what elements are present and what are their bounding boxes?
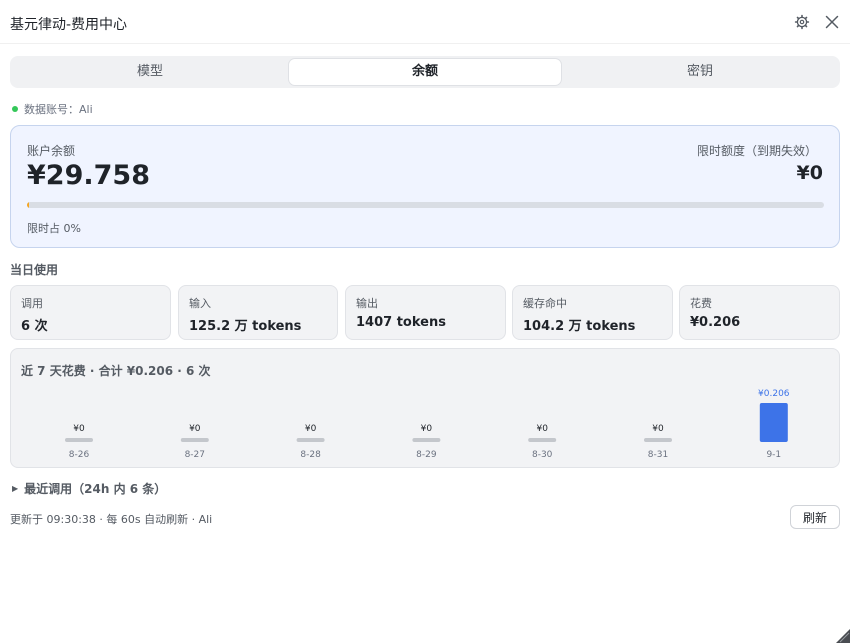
balance-label: 账户余额 xyxy=(27,144,76,158)
x-tick-label: 8-28 xyxy=(300,450,321,460)
cost-bar xyxy=(180,438,209,442)
stat-output: 输出 1407 tokens xyxy=(345,285,506,340)
stat-value: 6 次 xyxy=(21,319,48,334)
stat-cost: 花费 ¥0.206 xyxy=(679,285,840,340)
x-tick-label: 8-26 xyxy=(69,450,90,460)
x-tick-label: 8-30 xyxy=(532,450,553,460)
stat-cache-hit: 缓存命中 104.2 万 tokens xyxy=(512,285,673,340)
stat-value: 1407 tokens xyxy=(356,315,446,330)
bar-value-label: ¥0 xyxy=(536,424,548,434)
cost-bar xyxy=(528,438,557,442)
stat-value: 104.2 万 tokens xyxy=(523,319,636,334)
x-tick-label: 8-27 xyxy=(185,450,205,460)
limit-ratio: 限时占 0% xyxy=(27,222,81,235)
bar-value-label: ¥0 xyxy=(305,424,317,434)
account-indicator: 数据账号：Ali xyxy=(12,101,93,117)
stat-input: 输入 125.2 万 tokens xyxy=(178,285,338,340)
stat-value: ¥0.206 xyxy=(690,315,741,330)
window-title: 基元律动-费用中心 xyxy=(10,17,128,33)
balance-progress-fill xyxy=(27,202,29,208)
cost-bar xyxy=(65,438,93,442)
cost-bar xyxy=(412,438,441,442)
stat-value: 125.2 万 tokens xyxy=(189,319,302,334)
stat-label: 缓存命中 xyxy=(523,297,567,310)
bar-value-label: ¥0 xyxy=(652,424,664,434)
stat-label: 输出 xyxy=(356,297,378,310)
bar-value-label: ¥0 xyxy=(189,424,201,434)
x-tick-label: 8-31 xyxy=(648,450,668,460)
limit-value: ¥0 xyxy=(796,162,823,184)
account-label: 数据账号：Ali xyxy=(24,103,93,116)
tab-bar: 模型 余额 密钥 xyxy=(10,56,840,88)
caret-right-icon: ▶ xyxy=(12,484,19,493)
title-bar: 基元律动-费用中心 xyxy=(0,0,850,44)
resize-grip-icon[interactable] xyxy=(836,629,850,643)
limit-label: 限时额度（到期失效） xyxy=(696,144,817,158)
x-tick-label: 8-29 xyxy=(416,450,437,460)
tab-balance[interactable]: 余额 xyxy=(289,59,561,85)
close-icon[interactable] xyxy=(822,12,842,32)
status-dot-icon xyxy=(12,106,18,112)
tab-models[interactable]: 模型 xyxy=(14,59,286,85)
balance-value: ¥29.758 xyxy=(27,160,150,191)
update-status: 更新于 09:30:38 · 每 60s 自动刷新 · Ali xyxy=(10,513,213,526)
bar-value-label: ¥0 xyxy=(421,424,433,434)
stat-label: 花费 xyxy=(690,297,712,310)
cost-bar xyxy=(759,403,788,442)
cost-bar xyxy=(644,438,672,442)
bar-value-label: ¥0.206 xyxy=(758,389,790,399)
x-tick-label: 9-1 xyxy=(766,450,781,460)
tab-keys[interactable]: 密钥 xyxy=(564,59,836,85)
stat-calls: 调用 6 次 xyxy=(10,285,171,340)
stat-label: 输入 xyxy=(189,297,211,310)
cost-chart-card: 近 7 天花费 · 合计 ¥0.206 · 6 次 ¥0 8-26 ¥0 8-27 ¥0… xyxy=(10,348,840,468)
bar-value-label: ¥0 xyxy=(73,424,85,434)
balance-card: 账户余额 ¥29.758 限时额度（到期失效） ¥0 限时占 0% xyxy=(10,125,840,248)
recent-calls-label: 最近调用（24h 内 6 条） xyxy=(24,482,167,496)
cost-bar xyxy=(296,438,325,442)
gear-icon[interactable] xyxy=(792,12,812,32)
cost-bar-chart: ¥0 8-26 ¥0 8-27 ¥0 8-28 ¥0 8-29 ¥0 8-30 ¥0 8-31 ¥0.2… xyxy=(65,389,790,460)
stat-label: 调用 xyxy=(21,297,43,310)
today-usage-title: 当日使用 xyxy=(10,263,59,277)
balance-progress-track xyxy=(27,202,824,208)
refresh-button[interactable]: 刷新 xyxy=(790,505,840,529)
recent-calls-toggle[interactable]: ▶ 最近调用（24h 内 6 条） xyxy=(12,480,166,497)
